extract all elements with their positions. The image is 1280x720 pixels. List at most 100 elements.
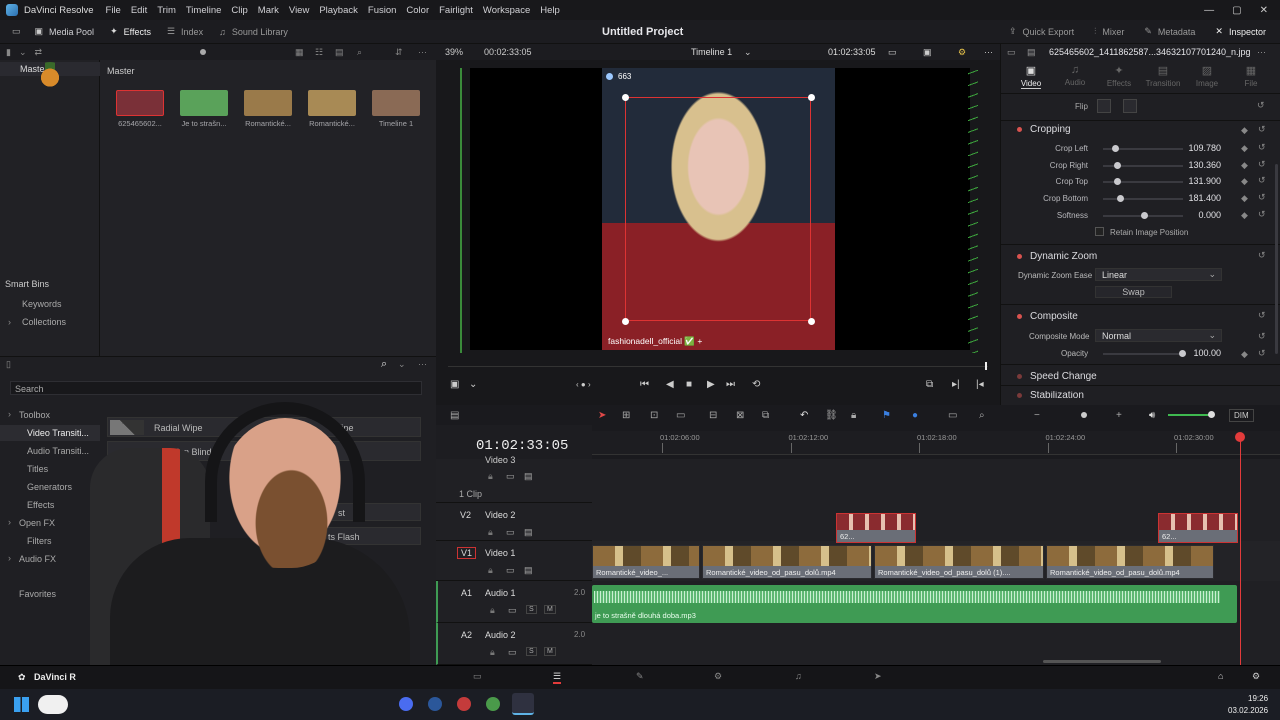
trim-tool-icon[interactable]: ⊞ [622, 410, 630, 421]
zoom-custom-icon[interactable]: ⌕ [979, 410, 985, 421]
lock-icon[interactable]: 🔒︎ [851, 410, 856, 421]
dynamic-zoom-section-header[interactable]: Dynamic Zoom [1017, 251, 1097, 262]
zoom-ease-dropdown[interactable]: Linear ⌄ [1095, 268, 1222, 281]
keyframe-icon[interactable]: ◆ [1241, 125, 1248, 136]
slider-handle[interactable] [1112, 145, 1120, 152]
match-frame-icon[interactable]: ⧉ [926, 379, 933, 390]
composite-mode-dropdown[interactable]: Normal ⌄ [1095, 329, 1222, 342]
dynamic-trim-icon[interactable]: ⊡ [650, 410, 658, 421]
metadata-icon[interactable]: ✎ [1144, 26, 1152, 37]
solo-button[interactable]: S [526, 605, 537, 614]
track-video-icon[interactable]: ▭ [506, 527, 515, 538]
davinci-taskbar-icon[interactable] [512, 693, 534, 715]
sort-icon[interactable]: ⇵ [395, 47, 403, 58]
keyframe-icon[interactable]: ◆ [1241, 193, 1248, 204]
track-enable-icon[interactable]: ▤ [524, 471, 533, 482]
media-clip-thumbnail[interactable] [308, 90, 356, 116]
fairlight-page-icon[interactable]: ♫ [795, 671, 802, 681]
zoom-slider[interactable] [1081, 412, 1087, 418]
zoom-fit-icon[interactable]: ▭ [948, 410, 957, 421]
timeline-name[interactable]: Timeline 1 [691, 47, 732, 57]
enabled-dot-icon[interactable] [1017, 127, 1022, 132]
menu-item-edit[interactable]: Edit [131, 5, 147, 16]
word-icon[interactable] [428, 697, 442, 711]
v2-clip[interactable]: 62... [1158, 513, 1238, 543]
blade-tool-icon[interactable]: ▭ [676, 410, 685, 421]
chevron-down-icon[interactable]: ⌄ [469, 379, 477, 390]
sound-library-button[interactable]: Sound Library [232, 27, 288, 37]
slider-handle[interactable] [1113, 161, 1121, 169]
crop-param-value[interactable]: 109.780 [1173, 143, 1221, 153]
timeline-ruler[interactable]: 01:02:06:00 01:02:12:00 01:02:18:00 01:02:2… [592, 431, 1280, 455]
reset-icon[interactable]: ↺ [1257, 100, 1265, 111]
mute-button[interactable]: M [544, 605, 556, 614]
chevron-down-icon[interactable]: ⌄ [398, 359, 406, 370]
inspector-tab-audio[interactable]: ♫ Audio [1053, 64, 1097, 87]
search-input[interactable]: Search [10, 381, 422, 395]
inspector-icon[interactable]: ✕ [1215, 26, 1223, 37]
disabled-dot-icon[interactable] [1017, 374, 1022, 379]
track-enable-icon[interactable]: ▤ [524, 527, 533, 538]
track-audio-icon[interactable]: ▭ [508, 605, 517, 616]
reset-icon[interactable]: ↺ [1258, 310, 1266, 321]
solo-button[interactable]: S [526, 647, 537, 656]
swap-button[interactable]: Swap [1095, 286, 1172, 298]
opacity-value[interactable]: 100.00 [1173, 348, 1221, 358]
media-clip-thumbnail[interactable] [116, 90, 164, 116]
menu-item-workspace[interactable]: Workspace [483, 5, 530, 16]
reset-icon[interactable]: ↺ [1258, 192, 1266, 203]
slider-handle[interactable] [1117, 195, 1125, 203]
keyframe-icon[interactable]: ◆ [1241, 143, 1248, 154]
auto-select-icon[interactable]: 🔒︎ [488, 471, 493, 482]
flag-icon[interactable]: ⚑ [882, 410, 891, 421]
volume-slider[interactable] [1168, 414, 1212, 416]
slider-handle[interactable] [1113, 178, 1121, 186]
flip-horizontal-icon[interactable] [1097, 99, 1111, 113]
cut-page-icon[interactable]: ☰ [553, 671, 562, 684]
auto-select-icon[interactable]: 🔒︎ [490, 605, 495, 616]
keyframe-icon[interactable]: ◆ [1241, 160, 1248, 171]
dim-button[interactable]: DIM [1229, 409, 1254, 422]
minimize-icon[interactable]: — [1204, 5, 1214, 16]
crop-param-value[interactable]: 0.000 [1173, 210, 1221, 220]
timeline-view-icon[interactable]: ▤ [450, 410, 459, 421]
reset-icon[interactable]: ↺ [1258, 159, 1266, 170]
track-video-icon[interactable]: ▭ [506, 565, 515, 576]
crop-param-value[interactable]: 130.360 [1173, 160, 1221, 170]
reset-icon[interactable]: ↺ [1258, 209, 1266, 220]
taskbar-search[interactable] [38, 695, 68, 714]
playhead-marker[interactable] [1235, 432, 1245, 442]
metadata-view-icon[interactable]: ▤ [335, 47, 344, 58]
zoom-slider[interactable] [200, 49, 206, 55]
panel-toggle-icon[interactable]: ▯ [6, 359, 11, 370]
layout-icon[interactable]: ▭ [12, 26, 21, 37]
reset-icon[interactable]: ↺ [1258, 250, 1266, 261]
keyframe-icon[interactable]: ◆ [1241, 210, 1248, 221]
track-id[interactable]: V2 [460, 510, 471, 520]
reset-icon[interactable]: ↺ [1258, 331, 1266, 342]
media-clip-thumbnail[interactable] [372, 90, 420, 116]
record-app-icon[interactable] [457, 697, 471, 711]
panel-toggle-icon[interactable]: ▭ [1007, 47, 1016, 58]
more-icon[interactable]: ··· [984, 47, 993, 57]
track-id[interactable]: A2 [461, 630, 472, 640]
next-edit-icon[interactable]: ▸| [952, 379, 960, 390]
media-clip-thumbnail[interactable] [180, 90, 228, 116]
collections-item[interactable]: Collections [22, 317, 66, 327]
v1-clip[interactable]: Romantické_video_od_pasu_dolů (1).... [874, 545, 1044, 579]
reset-icon[interactable]: ↺ [1258, 124, 1266, 135]
crop-handle[interactable] [622, 318, 629, 325]
track-id[interactable]: V1 [457, 547, 477, 559]
cropping-section-header[interactable]: Cropping [1017, 124, 1071, 135]
mute-button[interactable]: M [544, 647, 556, 656]
quick-export-icon[interactable]: ⇪ [1009, 26, 1017, 37]
crop-handle[interactable] [622, 94, 629, 101]
monitor-icon[interactable]: ▭ [888, 47, 897, 58]
snapping-icon[interactable]: ↶ [800, 410, 808, 421]
chevron-right-icon[interactable]: › [8, 409, 11, 419]
mixer-button[interactable]: Mixer [1102, 27, 1124, 37]
sound-library-icon[interactable]: ♫ [219, 27, 226, 37]
prev-edit-icon[interactable]: |◂ [976, 379, 984, 390]
metadata-button[interactable]: Metadata [1158, 27, 1196, 37]
track-id[interactable]: A1 [461, 588, 472, 598]
